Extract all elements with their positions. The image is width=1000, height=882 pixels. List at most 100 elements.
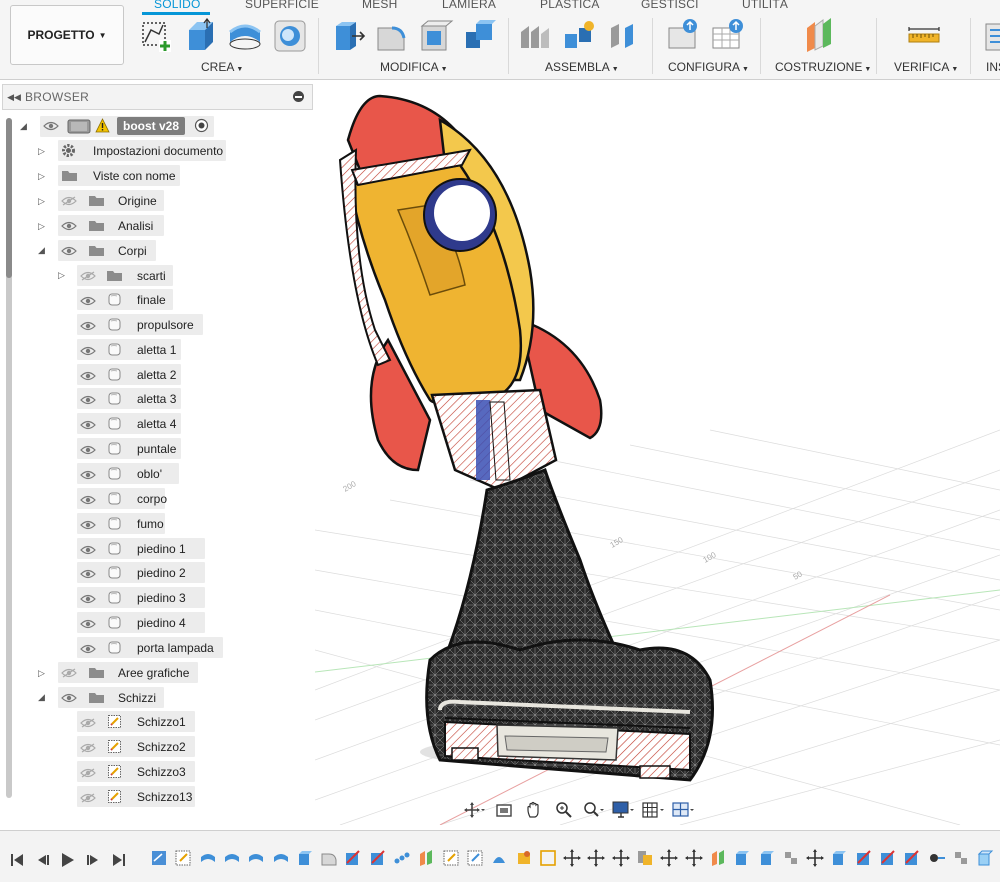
- revolve-feature-icon[interactable]: [272, 849, 290, 867]
- measure-icon[interactable]: [906, 18, 942, 54]
- tab-lamiera[interactable]: LAMIERA: [442, 0, 496, 11]
- offset-plane-icon[interactable]: [801, 18, 837, 54]
- go-to-end-icon[interactable]: [110, 851, 128, 869]
- pan-button[interactable]: [522, 799, 546, 821]
- split-feature-icon[interactable]: [344, 849, 362, 867]
- collapsed-triangle-icon[interactable]: ▷: [38, 668, 48, 678]
- eye-icon[interactable]: [80, 419, 96, 430]
- box-feature-icon[interactable]: [976, 849, 994, 867]
- parameters-icon[interactable]: [666, 18, 702, 54]
- go-to-start-icon[interactable]: [8, 851, 26, 869]
- collapsed-triangle-icon[interactable]: ▷: [58, 270, 68, 280]
- loft-feature-icon[interactable]: [490, 849, 508, 867]
- eye-icon[interactable]: [80, 295, 96, 306]
- eye-hidden-icon[interactable]: [61, 668, 77, 678]
- extrude-feature-icon[interactable]: [758, 849, 776, 867]
- collapsed-triangle-icon[interactable]: ▷: [38, 196, 48, 206]
- eye-hidden-icon[interactable]: [80, 742, 96, 753]
- move-feature-icon[interactable]: [806, 849, 825, 867]
- activate-radio-icon[interactable]: [194, 118, 209, 133]
- revolve-feature-icon[interactable]: [199, 849, 217, 867]
- extrude-icon[interactable]: [183, 18, 219, 54]
- browser-scrollbar-thumb[interactable]: [6, 118, 12, 278]
- move-feature-icon[interactable]: [611, 849, 630, 867]
- eye-icon[interactable]: [43, 121, 59, 131]
- fillet-icon[interactable]: [374, 18, 410, 54]
- group-verifica[interactable]: VERIFICA ▼: [894, 60, 958, 74]
- plane-feature-icon[interactable]: [417, 849, 435, 867]
- extrude-feature-icon[interactable]: [830, 849, 848, 867]
- eye-icon[interactable]: [80, 568, 96, 579]
- configurations-icon[interactable]: [710, 18, 746, 54]
- revolve-icon[interactable]: [227, 18, 263, 54]
- 3d-viewport[interactable]: 200 150 100 50: [315, 80, 1000, 825]
- color-feature-icon[interactable]: [515, 849, 533, 867]
- collapse-panel-icon[interactable]: ◀◀: [3, 92, 25, 103]
- insert-icon[interactable]: [982, 18, 1000, 54]
- root-component-label[interactable]: boost v28: [117, 117, 186, 135]
- expanded-triangle-icon[interactable]: ◢: [38, 692, 48, 702]
- split-feature-icon[interactable]: [855, 849, 873, 867]
- eye-icon[interactable]: [80, 618, 96, 629]
- step-back-icon[interactable]: [34, 851, 52, 869]
- move-feature-icon[interactable]: [660, 849, 679, 867]
- expanded-triangle-icon[interactable]: ◢: [20, 121, 30, 131]
- combine-feature-icon[interactable]: [636, 849, 654, 867]
- collapsed-triangle-icon[interactable]: ▷: [38, 221, 48, 231]
- tab-utilita[interactable]: UTILITÀ: [742, 0, 788, 11]
- move-feature-icon[interactable]: [563, 849, 582, 867]
- rocket-model[interactable]: [338, 94, 714, 782]
- joint-feature-icon[interactable]: [928, 849, 946, 867]
- extrude-feature-icon[interactable]: [733, 849, 751, 867]
- look-at-button[interactable]: [492, 799, 516, 821]
- eye-icon[interactable]: [80, 444, 96, 455]
- split-feature-icon[interactable]: [879, 849, 897, 867]
- expanded-triangle-icon[interactable]: ◢: [38, 245, 48, 255]
- component-feature-icon[interactable]: [952, 849, 970, 867]
- eye-icon[interactable]: [80, 494, 96, 504]
- eye-icon[interactable]: [80, 544, 96, 554]
- collapsed-triangle-icon[interactable]: ▷: [38, 146, 48, 156]
- hole-icon[interactable]: [272, 18, 308, 54]
- fillet-feature-icon[interactable]: [320, 849, 338, 867]
- eye-icon[interactable]: [80, 345, 96, 355]
- warning-icon[interactable]: [95, 118, 110, 133]
- tab-mesh[interactable]: MESH: [362, 0, 397, 11]
- combine-icon[interactable]: [462, 18, 498, 54]
- step-forward-icon[interactable]: [84, 851, 102, 869]
- collapsed-triangle-icon[interactable]: ▷: [38, 171, 48, 181]
- revolve-feature-icon[interactable]: [247, 849, 265, 867]
- group-configura[interactable]: CONFIGURA ▼: [668, 60, 749, 74]
- sketch-feature-icon[interactable]: [442, 849, 460, 867]
- sketch-feature-icon[interactable]: [174, 849, 192, 867]
- group-assembla[interactable]: ASSEMBLA ▼: [545, 60, 619, 74]
- eye-hidden-icon[interactable]: [80, 717, 96, 728]
- move-feature-icon[interactable]: [539, 849, 557, 867]
- eye-icon[interactable]: [61, 246, 77, 256]
- eye-icon[interactable]: [80, 643, 96, 653]
- minimize-panel-icon[interactable]: [293, 91, 304, 102]
- zoom-button[interactable]: [552, 799, 576, 821]
- split-feature-icon[interactable]: [369, 849, 387, 867]
- eye-icon[interactable]: [61, 221, 77, 231]
- eye-hidden-icon[interactable]: [80, 767, 96, 778]
- group-inserisci[interactable]: INS: [986, 60, 1000, 74]
- tab-solido[interactable]: SOLIDO: [154, 0, 201, 11]
- eye-hidden-icon[interactable]: [80, 792, 96, 803]
- orbit-button[interactable]: [462, 799, 486, 821]
- eye-hidden-icon[interactable]: [80, 271, 96, 281]
- eye-hidden-icon[interactable]: [61, 196, 77, 206]
- joint-icon[interactable]: [561, 18, 597, 54]
- eye-icon[interactable]: [80, 469, 96, 480]
- zoom-window-button[interactable]: [582, 799, 606, 821]
- display-settings-button[interactable]: [612, 799, 636, 821]
- eye-icon[interactable]: [80, 394, 96, 405]
- component-feature-icon[interactable]: [782, 849, 800, 867]
- tab-gestisci[interactable]: GESTISCI: [641, 0, 699, 11]
- tab-superficie[interactable]: SUPERFICIE: [245, 0, 319, 11]
- play-icon[interactable]: [58, 851, 76, 869]
- group-crea[interactable]: CREA ▼: [201, 60, 243, 74]
- revolve-feature-icon[interactable]: [223, 849, 241, 867]
- sketch-feature-icon[interactable]: [150, 849, 168, 867]
- sketch-feature-icon[interactable]: [466, 849, 484, 867]
